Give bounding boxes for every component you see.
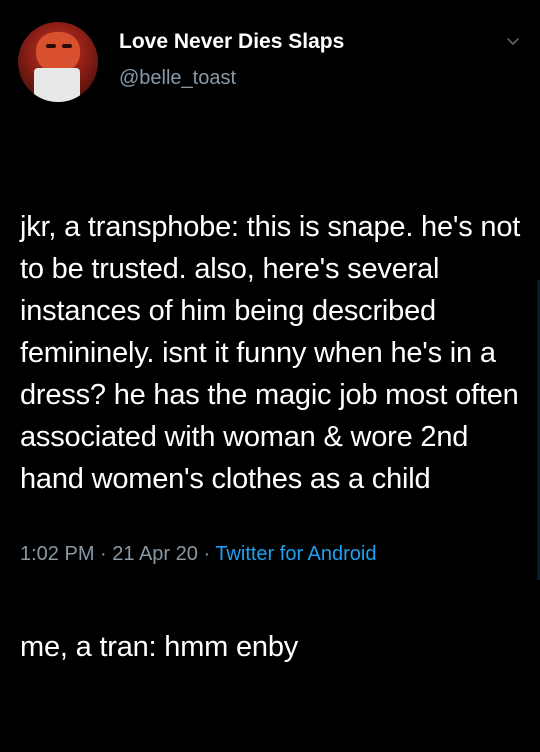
tweet-time[interactable]: 1:02 PM (20, 543, 94, 565)
tweet-card: Love Never Dies Slaps @belle_toast jkr, … (0, 0, 540, 663)
avatar-eye-right (62, 44, 72, 48)
meta-separator: · (94, 543, 113, 565)
user-handle[interactable]: @belle_toast (119, 67, 236, 90)
tweet-metadata: 1:02 PM · 21 Apr 20 · Twitter for Androi… (20, 543, 377, 566)
chevron-down-icon[interactable] (506, 34, 520, 48)
tweet-text: jkr, a transphobe: this is snape. he's n… (20, 122, 525, 752)
tweet-source-link[interactable]: Twitter for Android (215, 543, 376, 565)
tweet-date[interactable]: 21 Apr 20 (112, 543, 198, 565)
tweet-text-paragraph: me, a tran: hmm enby (20, 631, 299, 663)
avatar-face (36, 32, 80, 72)
avatar[interactable] (18, 22, 98, 102)
tweet-text-paragraph: jkr, a transphobe: this is snape. he's n… (20, 211, 528, 495)
meta-separator: · (197, 543, 216, 565)
avatar-mug (34, 68, 80, 102)
display-name[interactable]: Love Never Dies Slaps (119, 30, 344, 54)
avatar-eye-left (46, 44, 56, 48)
